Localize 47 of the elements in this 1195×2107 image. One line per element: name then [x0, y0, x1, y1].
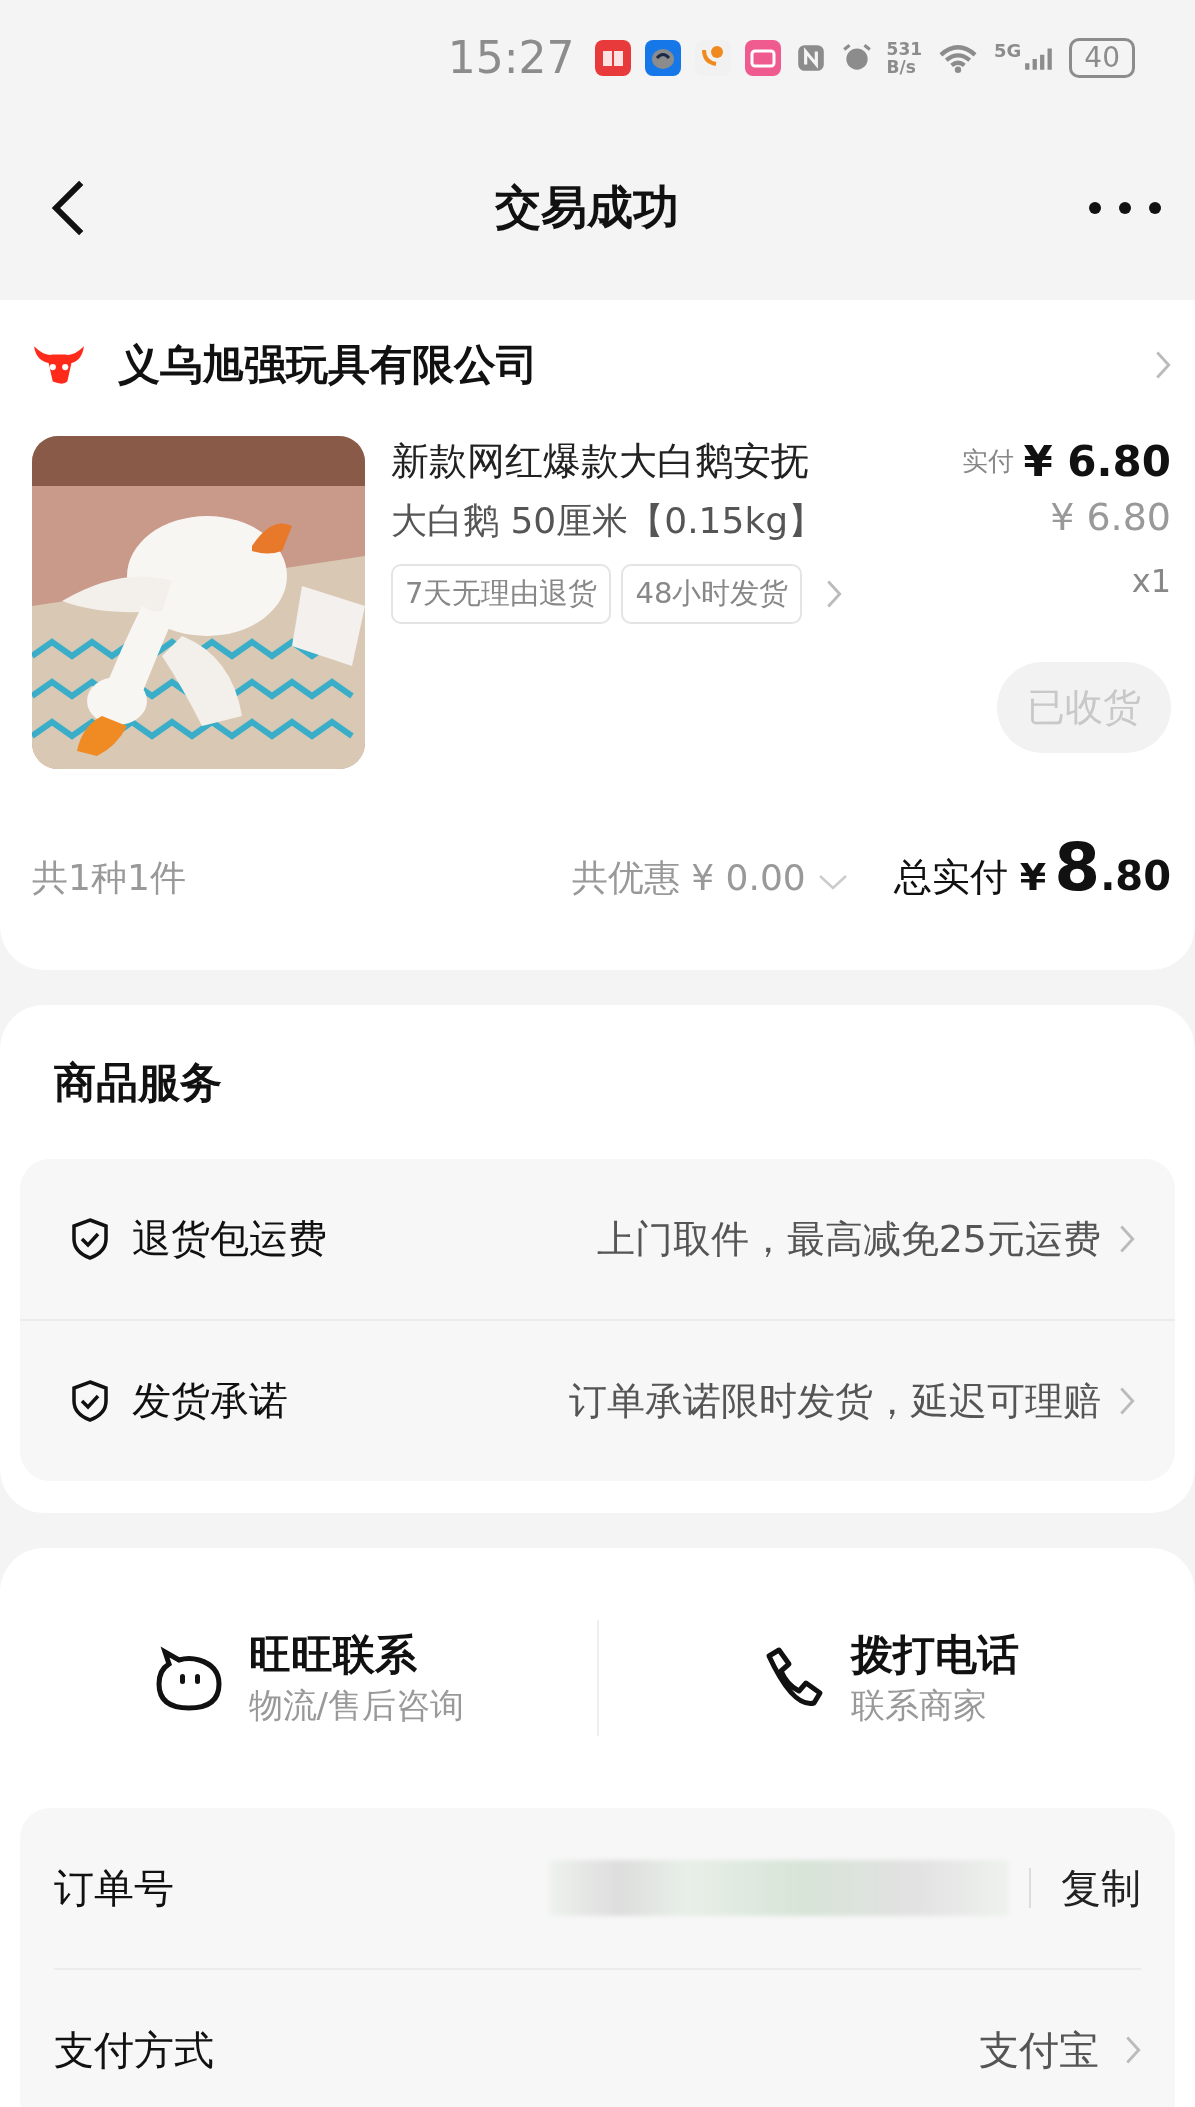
- book-app-icon: [594, 39, 631, 76]
- info-label: 支付方式: [54, 2025, 215, 2075]
- service-name: 发货承诺: [132, 1377, 289, 1425]
- contact-option[interactable]: 旺旺联系 物流/售后咨询: [20, 1627, 597, 1729]
- item-count: 共1种1件: [32, 856, 187, 900]
- section-title: 商品服务: [54, 1057, 223, 1109]
- service-tag: 48小时发货: [621, 564, 803, 624]
- shop-name[interactable]: 义乌旭强玩具有限公司: [118, 337, 1155, 393]
- shield-check-icon: [70, 1379, 110, 1423]
- chevron-right-icon[interactable]: [826, 579, 843, 609]
- contact-title: 拨打电话: [850, 1629, 1019, 1681]
- shield-check-icon: [70, 1217, 110, 1261]
- net-speed: 531: [886, 39, 923, 58]
- network-type: 5G: [994, 40, 1022, 61]
- total-label: 总实付: [893, 854, 1008, 901]
- contact-title: 旺旺联系: [248, 1629, 418, 1681]
- more-icon[interactable]: [1087, 199, 1163, 216]
- unit-price: ¥ 6.80: [1050, 494, 1171, 539]
- tv-app-icon: [744, 39, 781, 76]
- copy-button[interactable]: 复制: [1061, 1860, 1141, 1916]
- chevron-down-icon[interactable]: [817, 874, 848, 890]
- contact-subtitle: 联系商家: [850, 1684, 988, 1727]
- product-spec: 大白鹅 50厘米【0.15kg】: [391, 499, 826, 543]
- service-name: 退货包运费: [132, 1215, 328, 1263]
- clock-time: 15:27: [447, 32, 575, 83]
- page-title: 交易成功: [494, 178, 679, 236]
- chevron-right-icon[interactable]: [1125, 2035, 1141, 2065]
- chevron-right-icon[interactable]: [1155, 350, 1171, 380]
- payment-method[interactable]: 支付宝: [979, 2022, 1099, 2078]
- paid-label: 实付: [961, 445, 1014, 478]
- service-tag: 7天无理由退货: [391, 564, 612, 624]
- product-title[interactable]: 新款网红爆款大白鹅安抚: [391, 436, 962, 487]
- contact-option[interactable]: 拨打电话 联系商家: [598, 1627, 1175, 1729]
- currency-sign: ¥: [1019, 855, 1047, 899]
- service-description[interactable]: 订单承诺限时发货，延迟可理赔: [569, 1375, 1101, 1427]
- net-unit: B/s: [886, 57, 917, 76]
- robot-app-icon: [644, 39, 681, 76]
- contact-subtitle: 物流/售后咨询: [248, 1684, 464, 1727]
- quantity: x1: [1131, 562, 1171, 600]
- battery-level: 40: [1084, 40, 1120, 74]
- total-amount: 8: [1054, 829, 1101, 906]
- info-label: 订单号: [54, 1863, 175, 1913]
- paid-price: ¥ 6.80: [1023, 437, 1171, 486]
- service-description[interactable]: 上门取件，最高减免25元运费: [596, 1213, 1101, 1265]
- total-decimals: .80: [1100, 853, 1171, 899]
- chevron-right-icon[interactable]: [1119, 1386, 1135, 1416]
- chevron-right-icon[interactable]: [1119, 1224, 1135, 1254]
